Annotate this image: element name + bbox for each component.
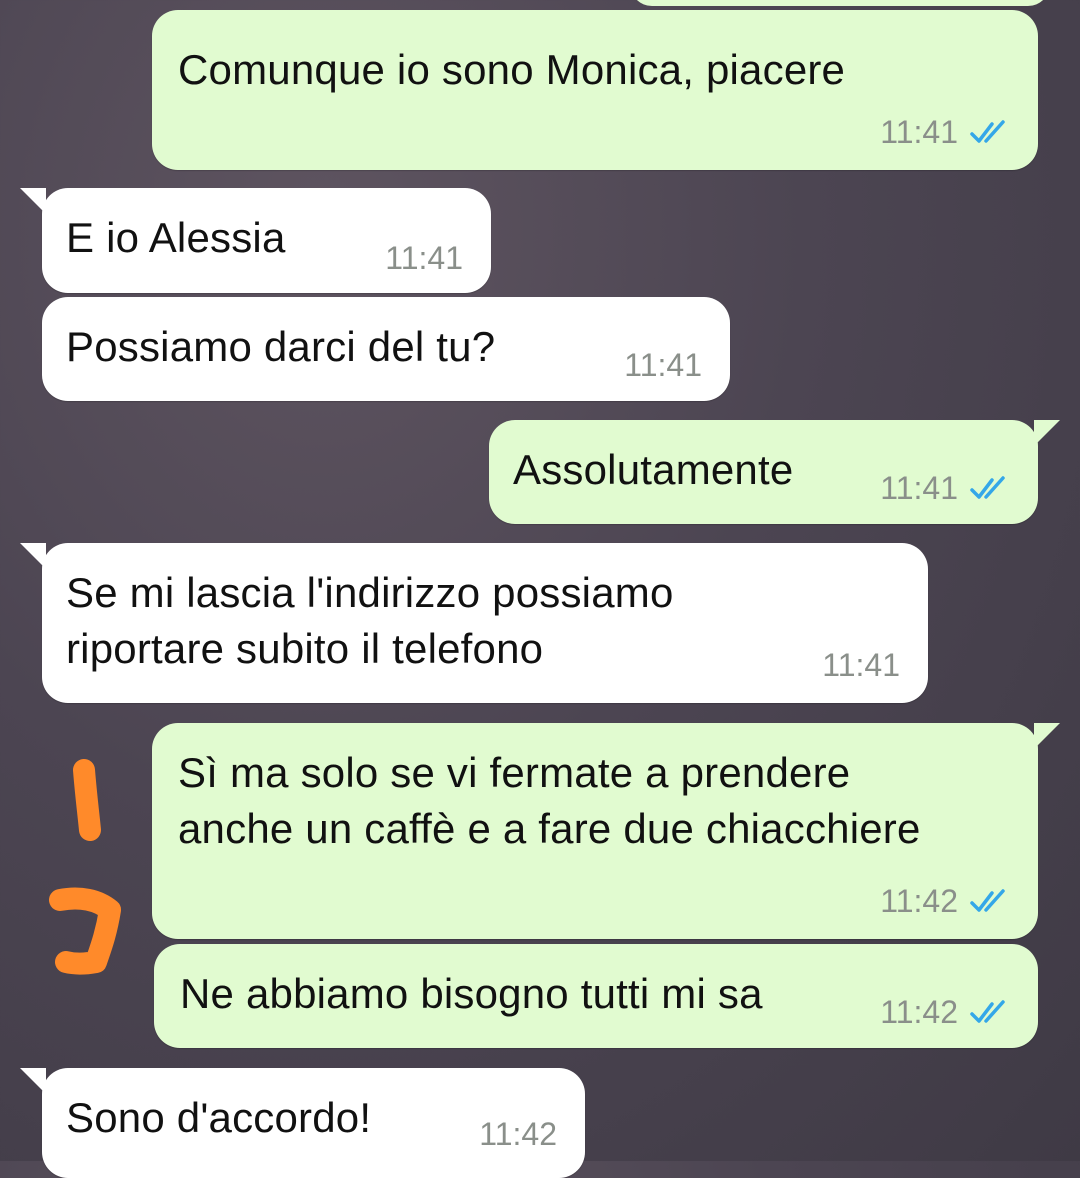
message-time: 11:42	[880, 883, 958, 919]
orange-handwritten-number-icon	[49, 759, 121, 975]
previous-message-bubble-edge	[630, 0, 1050, 6]
message-meta: 11:41	[822, 647, 900, 684]
message-meta: 11:42	[880, 883, 1014, 920]
message-text: Ne abbiamo bisogno tutti mi sa	[180, 970, 763, 1017]
double-check-icon	[970, 475, 1005, 499]
message-bubble-outgoing[interactable]: Ne abbiamo bisogno tutti mi sa 11:42	[154, 944, 1038, 1048]
annotation-mark-2	[49, 887, 121, 975]
message-time: 11:41	[880, 470, 958, 506]
chat-history: Comunque io sono Monica, piacere 11:41 E…	[0, 0, 1080, 1178]
message-bubble-outgoing[interactable]: Assolutamente 11:41	[489, 420, 1060, 524]
message-time: 11:42	[880, 994, 958, 1030]
double-check-icon	[970, 888, 1005, 912]
message-text: E io Alessia	[66, 214, 286, 261]
double-check-icon	[970, 999, 1005, 1023]
annotation-mark-1	[73, 759, 101, 841]
message-text: Sono d'accordo!	[66, 1094, 372, 1141]
message-time: 11:41	[624, 347, 702, 383]
message-bubble-incoming[interactable]: Possiamo darci del tu? 11:41	[42, 297, 730, 401]
message-time: 11:42	[479, 1116, 557, 1152]
message-meta: 11:41	[624, 347, 702, 384]
message-bubble-incoming[interactable]: Sono d'accordo! 11:42	[20, 1068, 585, 1178]
message-time: 11:41	[822, 647, 900, 683]
message-text: Comunque io sono Monica, piacere	[178, 46, 846, 93]
message-meta: 11:41	[880, 114, 1014, 151]
message-bubble-incoming[interactable]: E io Alessia 11:41	[20, 188, 491, 293]
message-time: 11:41	[385, 240, 463, 276]
message-meta: 11:42	[880, 994, 1014, 1031]
message-meta: 11:41	[880, 470, 1014, 507]
message-meta: 11:41	[385, 240, 463, 277]
message-text: Assolutamente	[513, 446, 794, 493]
message-bubble-outgoing[interactable]: Sì ma solo se vi fermate a prendere anch…	[152, 723, 1060, 939]
message-bubble-outgoing[interactable]: Comunque io sono Monica, piacere 11:41	[152, 10, 1038, 170]
message-text: Possiamo darci del tu?	[66, 323, 496, 370]
message-bubble-incoming[interactable]: Se mi lascia l'indirizzo possiamo riport…	[20, 543, 928, 703]
double-check-icon	[970, 119, 1005, 143]
message-meta: 11:42	[479, 1116, 557, 1153]
message-text: Sì ma solo se vi fermate a prendere anch…	[178, 749, 921, 852]
message-text: Se mi lascia l'indirizzo possiamo riport…	[66, 569, 674, 672]
message-time: 11:41	[880, 114, 958, 150]
